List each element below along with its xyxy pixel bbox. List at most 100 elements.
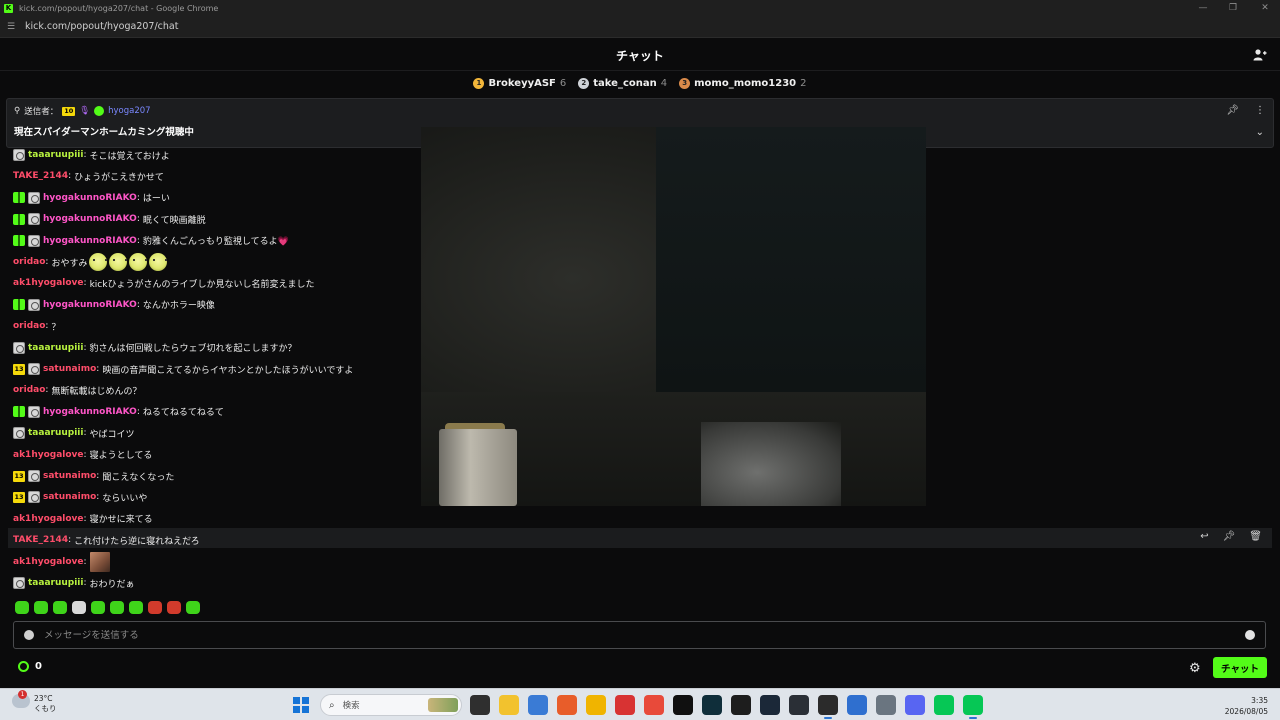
emote-icon[interactable] [167,601,181,614]
taskbar-app-icon[interactable] [644,695,664,715]
url-text[interactable]: kick.com/popout/hyoga207/chat [25,21,178,32]
chevron-down-icon[interactable]: ⌄ [1256,127,1264,138]
windows-start-icon[interactable] [293,697,309,713]
delete-icon[interactable]: 🗑︎ [1249,531,1262,542]
chat-message[interactable]: taaaruupiii: おわりだぁ [13,573,135,593]
chat-message[interactable]: taaaruupiii: そこは覚えておけよ [13,145,170,165]
chat-message[interactable]: ak1hyogalove: 寝ようとしてる [13,445,152,465]
emote-icon[interactable] [110,601,124,614]
minimize-icon[interactable]: — [1188,0,1218,16]
taskbar-app-icon[interactable] [876,695,896,715]
chat-username[interactable]: hyogakunnoRIAKO [43,300,137,310]
chat-message[interactable]: hyogakunnoRIAKO: 豹雅くんごんっもり監視してるよ💗 [13,231,289,251]
system-clock[interactable]: 3:35 2026/08/05 [1225,695,1268,717]
chat-message[interactable]: hyogakunnoRIAKO: ねるてねるてねるて [13,402,224,422]
leaderboard-username[interactable]: BrokeyyASF [488,78,555,89]
taskbar-search[interactable]: ⌕ 検索 [320,694,462,716]
chat-message[interactable]: taaaruupiii: 豹さんは何回戦したらウェブ切れを起こしますか？ [13,338,297,358]
site-info-icon[interactable]: ☰ [7,22,17,32]
pin-icon[interactable]: 📌︎ [1223,531,1236,542]
emote-icon[interactable] [72,601,86,614]
taskbar-app-icon[interactable] [847,695,867,715]
emote-icon[interactable] [15,601,29,614]
video-overlay[interactable] [421,127,926,506]
chat-message[interactable]: ak1hyogalove: [13,551,110,572]
user-list-icon[interactable] [1253,48,1267,62]
emote-icon[interactable] [91,601,105,614]
taskbar-app-icon[interactable] [557,695,577,715]
leaderboard-username[interactable]: momo_momo1230 [694,78,796,89]
chat-username[interactable]: satunaimo [43,492,96,502]
weather-widget[interactable]: 1 23°C くもり [12,690,57,714]
taskbar-app-icon[interactable] [499,695,519,715]
chat-message[interactable]: oridao: おやすみ [13,252,168,272]
chat-message[interactable]: TAKE_2144: ひょうがこえきかせて [13,166,164,186]
chat-username[interactable]: taaaruupiii [28,343,83,353]
chat-username[interactable]: hyogakunnoRIAKO [43,236,137,246]
chat-username[interactable]: TAKE_2144 [13,535,68,545]
chat-message[interactable]: 13 satunaimo: 映画の音声聞こえてるからイヤホンとかしたほうがいいですよ [13,359,353,379]
emoji-picker-icon[interactable] [1245,630,1255,640]
chat-username[interactable]: ak1hyogalove [13,557,84,567]
chat-username[interactable]: ak1hyogalove [13,278,84,288]
chat-message[interactable]: 13 satunaimo: 聞こえなくなった [13,466,174,486]
channel-points[interactable]: 0 [18,661,42,672]
taskbar-app-icon[interactable] [934,695,954,715]
chat-message[interactable]: oridao: 無断転載はじめんの？ [13,380,141,400]
chat-message[interactable]: ak1hyogalove: kickひょうがさんのライブしか見ないし名前変えました [13,273,314,293]
chat-username[interactable]: ak1hyogalove [13,514,84,524]
chat-username[interactable]: hyogakunnoRIAKO [43,214,137,224]
emote-icon[interactable] [186,601,200,614]
unpin-icon[interactable]: 📌︎ [1226,105,1239,116]
message-input[interactable] [44,629,1245,641]
taskbar-app-icon[interactable] [673,695,693,715]
chat-message[interactable]: TAKE_2144: これ付けたら逆に寝れねえだろ [13,530,200,550]
taskbar-app-icon[interactable] [470,695,490,715]
leaderboard-username[interactable]: take_conan [593,78,656,89]
send-chat-button[interactable]: チャット [1213,657,1267,678]
chat-username[interactable]: hyogakunnoRIAKO [43,193,137,203]
chat-message[interactable]: oridao:？ [13,316,60,336]
chat-message[interactable]: taaaruupiii: やばコイツ [13,423,135,443]
message-input-box[interactable] [13,621,1266,649]
chat-message[interactable]: hyogakunnoRIAKO: なんかホラー映像 [13,295,215,315]
chat-message[interactable]: hyogakunnoRIAKO: 眠くて映画離脱 [13,209,206,229]
pinned-username[interactable]: hyoga207 [108,106,150,116]
leaderboard-entry[interactable]: 1 BrokeyyASF 6 [473,77,566,89]
emote-icon[interactable] [34,601,48,614]
taskbar-app-icon[interactable] [963,695,983,719]
chat-username[interactable]: TAKE_2144 [13,171,68,181]
chat-message[interactable]: 13 satunaimo: ならいいや [13,487,147,507]
chat-message[interactable]: hyogakunnoRIAKO: はーい [13,188,170,208]
more-options-icon[interactable]: ⋮ [1255,105,1265,116]
chat-username[interactable]: satunaimo [43,471,96,481]
chat-message[interactable]: ak1hyogalove: 寝かせに来てる [13,509,153,529]
chat-username[interactable]: oridao [13,385,45,395]
address-bar[interactable]: ☰ kick.com/popout/hyoga207/chat [0,16,1280,38]
taskbar-app-icon[interactable] [818,695,838,719]
taskbar-app-icon[interactable] [731,695,751,715]
chat-username[interactable]: ak1hyogalove [13,450,84,460]
chat-username[interactable]: satunaimo [43,364,96,374]
chat-username[interactable]: taaaruupiii [28,428,83,438]
leaderboard-entry[interactable]: 2 take_conan 4 [578,77,667,89]
taskbar-app-icon[interactable] [615,695,635,715]
chat-username[interactable]: oridao [13,257,45,267]
chat-username[interactable]: taaaruupiii [28,578,83,588]
chat-username[interactable]: hyogakunnoRIAKO [43,407,137,417]
emote-icon[interactable] [148,601,162,614]
taskbar-app-icon[interactable] [586,695,606,715]
chat-username[interactable]: oridao [13,321,45,331]
chat-username[interactable]: taaaruupiii [28,150,83,160]
close-icon[interactable]: ✕ [1250,0,1280,16]
emote-icon[interactable] [129,601,143,614]
taskbar-app-icon[interactable] [528,695,548,715]
taskbar-app-icon[interactable] [760,695,780,715]
restore-icon[interactable]: ❐ [1218,0,1248,16]
leaderboard-entry[interactable]: 3 momo_momo1230 2 [679,77,807,89]
taskbar-app-icon[interactable] [789,695,809,715]
reply-icon[interactable]: ↩ [1200,531,1208,542]
taskbar-app-icon[interactable] [702,695,722,715]
taskbar-app-icon[interactable] [905,695,925,715]
emote-icon[interactable] [53,601,67,614]
